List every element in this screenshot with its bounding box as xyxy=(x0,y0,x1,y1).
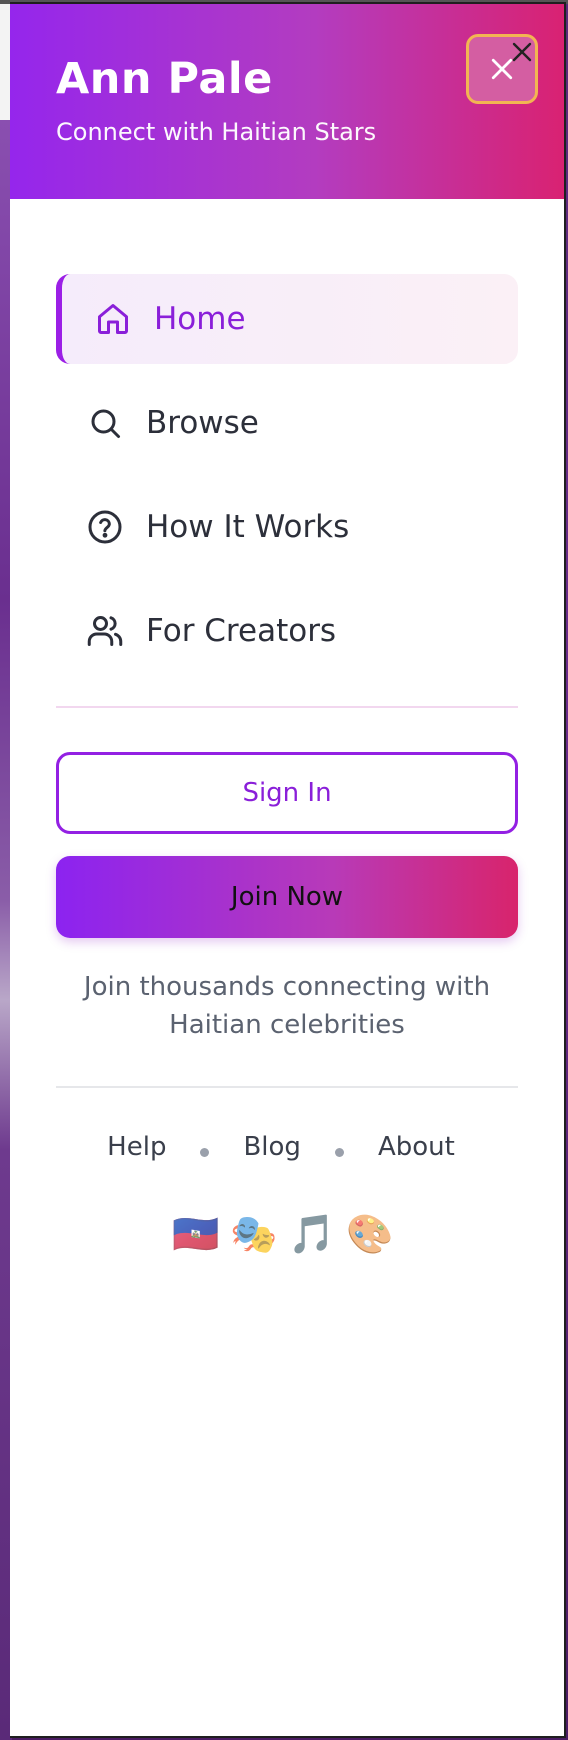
theater-masks-icon: 🎭 xyxy=(230,1212,278,1256)
nav-label-for-creators: For Creators xyxy=(146,613,337,649)
nav-item-for-creators[interactable]: For Creators xyxy=(56,586,518,676)
join-now-button[interactable]: Join Now xyxy=(56,856,518,938)
nav-label-how-it-works: How It Works xyxy=(146,509,350,545)
emoji-row: 🇭🇹 🎭 🎵 🎨 xyxy=(10,1212,564,1257)
artist-palette-icon: 🎨 xyxy=(346,1212,394,1256)
music-note-icon: 🎵 xyxy=(288,1212,336,1256)
mobile-menu-drawer: Ann Pale Connect with Haitian Stars Home xyxy=(10,2,566,1738)
join-tagline: Join thousands connecting with Haitian c… xyxy=(83,972,491,1040)
separator-dot xyxy=(200,1147,210,1157)
search-icon xyxy=(86,404,124,442)
nav-label-browse: Browse xyxy=(146,405,259,441)
footer-link-help[interactable]: Help xyxy=(107,1132,166,1162)
separator-dot xyxy=(334,1147,344,1157)
users-icon xyxy=(86,612,124,650)
nav-item-how-it-works[interactable]: How It Works xyxy=(56,482,518,572)
menu-divider xyxy=(56,706,518,708)
nav-label-home: Home xyxy=(154,301,246,337)
footer-link-blog[interactable]: Blog xyxy=(243,1132,300,1162)
help-circle-icon xyxy=(86,508,124,546)
nav-item-browse[interactable]: Browse xyxy=(56,378,518,468)
footer-link-about[interactable]: About xyxy=(378,1132,455,1162)
haiti-flag-icon: 🇭🇹 xyxy=(172,1212,220,1256)
home-icon xyxy=(94,300,132,338)
brand-subtitle: Connect with Haitian Stars xyxy=(56,118,377,146)
mouse-cursor-icon xyxy=(512,42,532,62)
drawer-header: Ann Pale Connect with Haitian Stars xyxy=(10,4,564,199)
footer-divider xyxy=(56,1086,518,1088)
main-navigation: Home Browse How It Works For Creators xyxy=(10,199,564,676)
nav-item-home[interactable]: Home xyxy=(56,274,518,364)
sign-in-button[interactable]: Sign In xyxy=(56,752,518,834)
footer-links: Help Blog About xyxy=(10,1132,564,1162)
